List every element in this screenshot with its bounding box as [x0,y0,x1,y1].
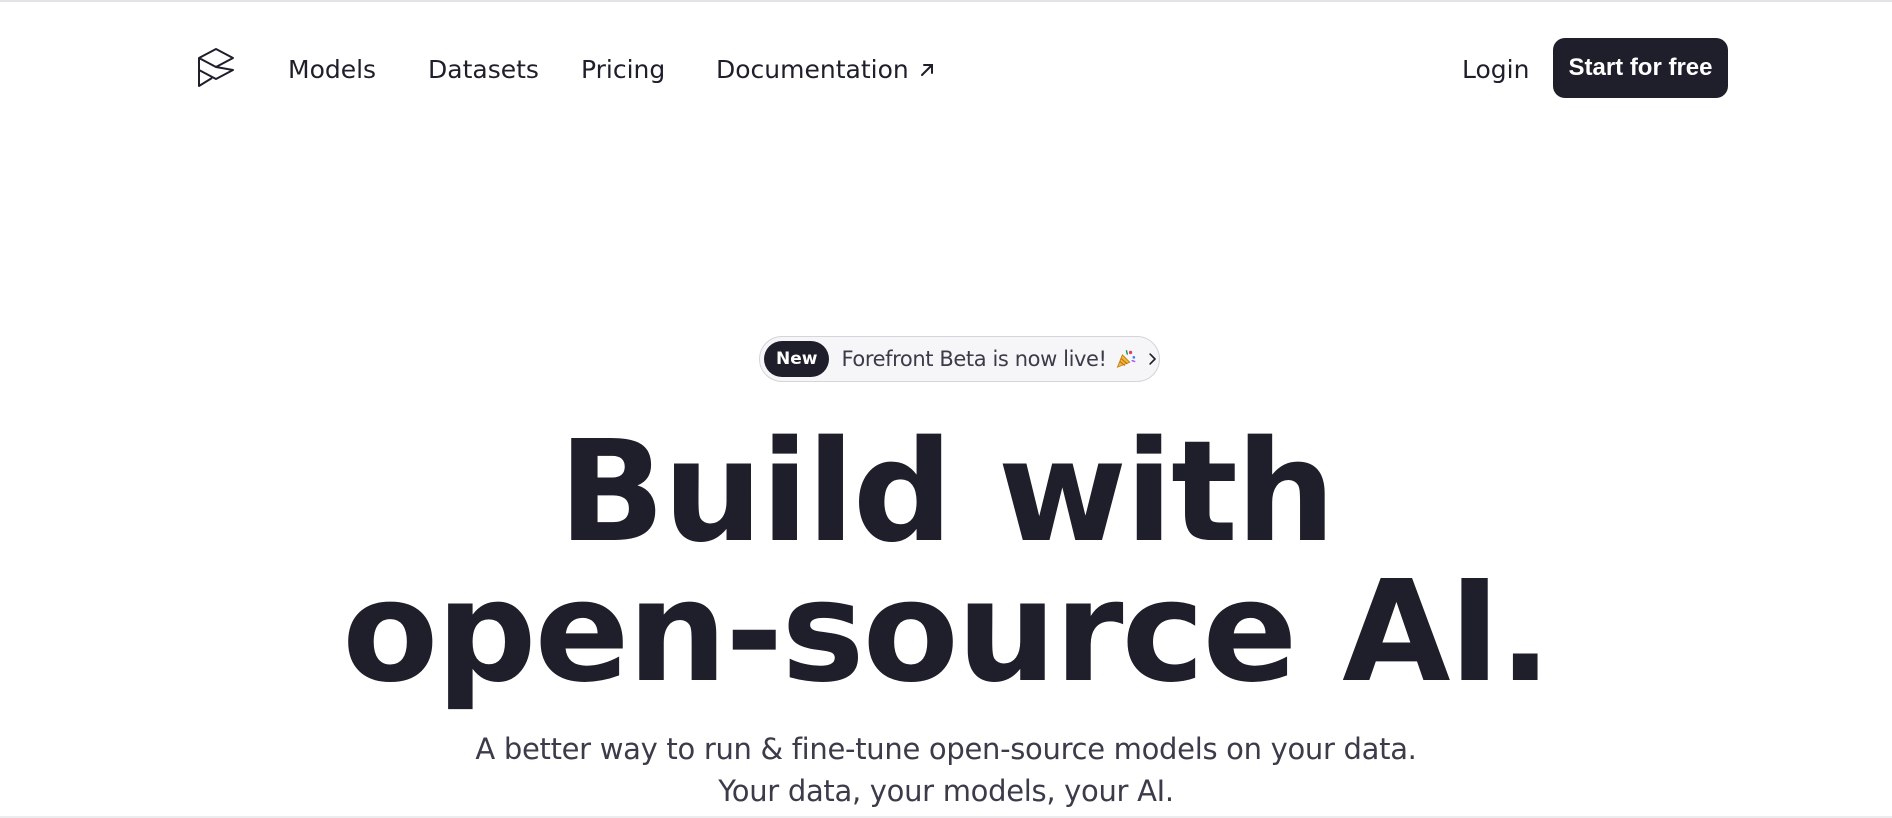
forefront-logo-icon[interactable] [196,46,236,92]
new-badge: New [764,341,830,377]
hero-headline-line-1: Build with [558,411,1335,574]
nav-link-documentation[interactable]: Documentation [716,54,937,86]
nav-link-pricing[interactable]: Pricing [581,54,665,86]
party-popper-icon [1116,350,1135,368]
hero-subtitle-line-2: Your data, your models, your AI. [718,774,1174,808]
hero-subtitle-line-1: A better way to run & fine-tune open-sou… [475,732,1417,766]
top-navigation: Models Datasets Pricing Documentation Lo… [0,0,1892,140]
start-for-free-button[interactable]: Start for free [1553,38,1728,98]
chevron-right-icon [1149,353,1156,365]
hero-headline: Build with open-source AI. [0,423,1892,703]
hero-headline-line-2: open-source AI. [342,551,1552,714]
nav-link-documentation-label: Documentation [716,55,909,84]
hero-subtitle: A better way to run & fine-tune open-sou… [0,728,1892,812]
nav-link-datasets[interactable]: Datasets [428,54,539,86]
announcement-pill[interactable]: New Forefront Beta is now live! [759,336,1160,382]
nav-link-models[interactable]: Models [288,54,376,86]
announcement-text: Forefront Beta is now live! [841,347,1107,371]
external-arrow-icon [920,64,933,76]
login-link[interactable]: Login [1462,54,1529,86]
